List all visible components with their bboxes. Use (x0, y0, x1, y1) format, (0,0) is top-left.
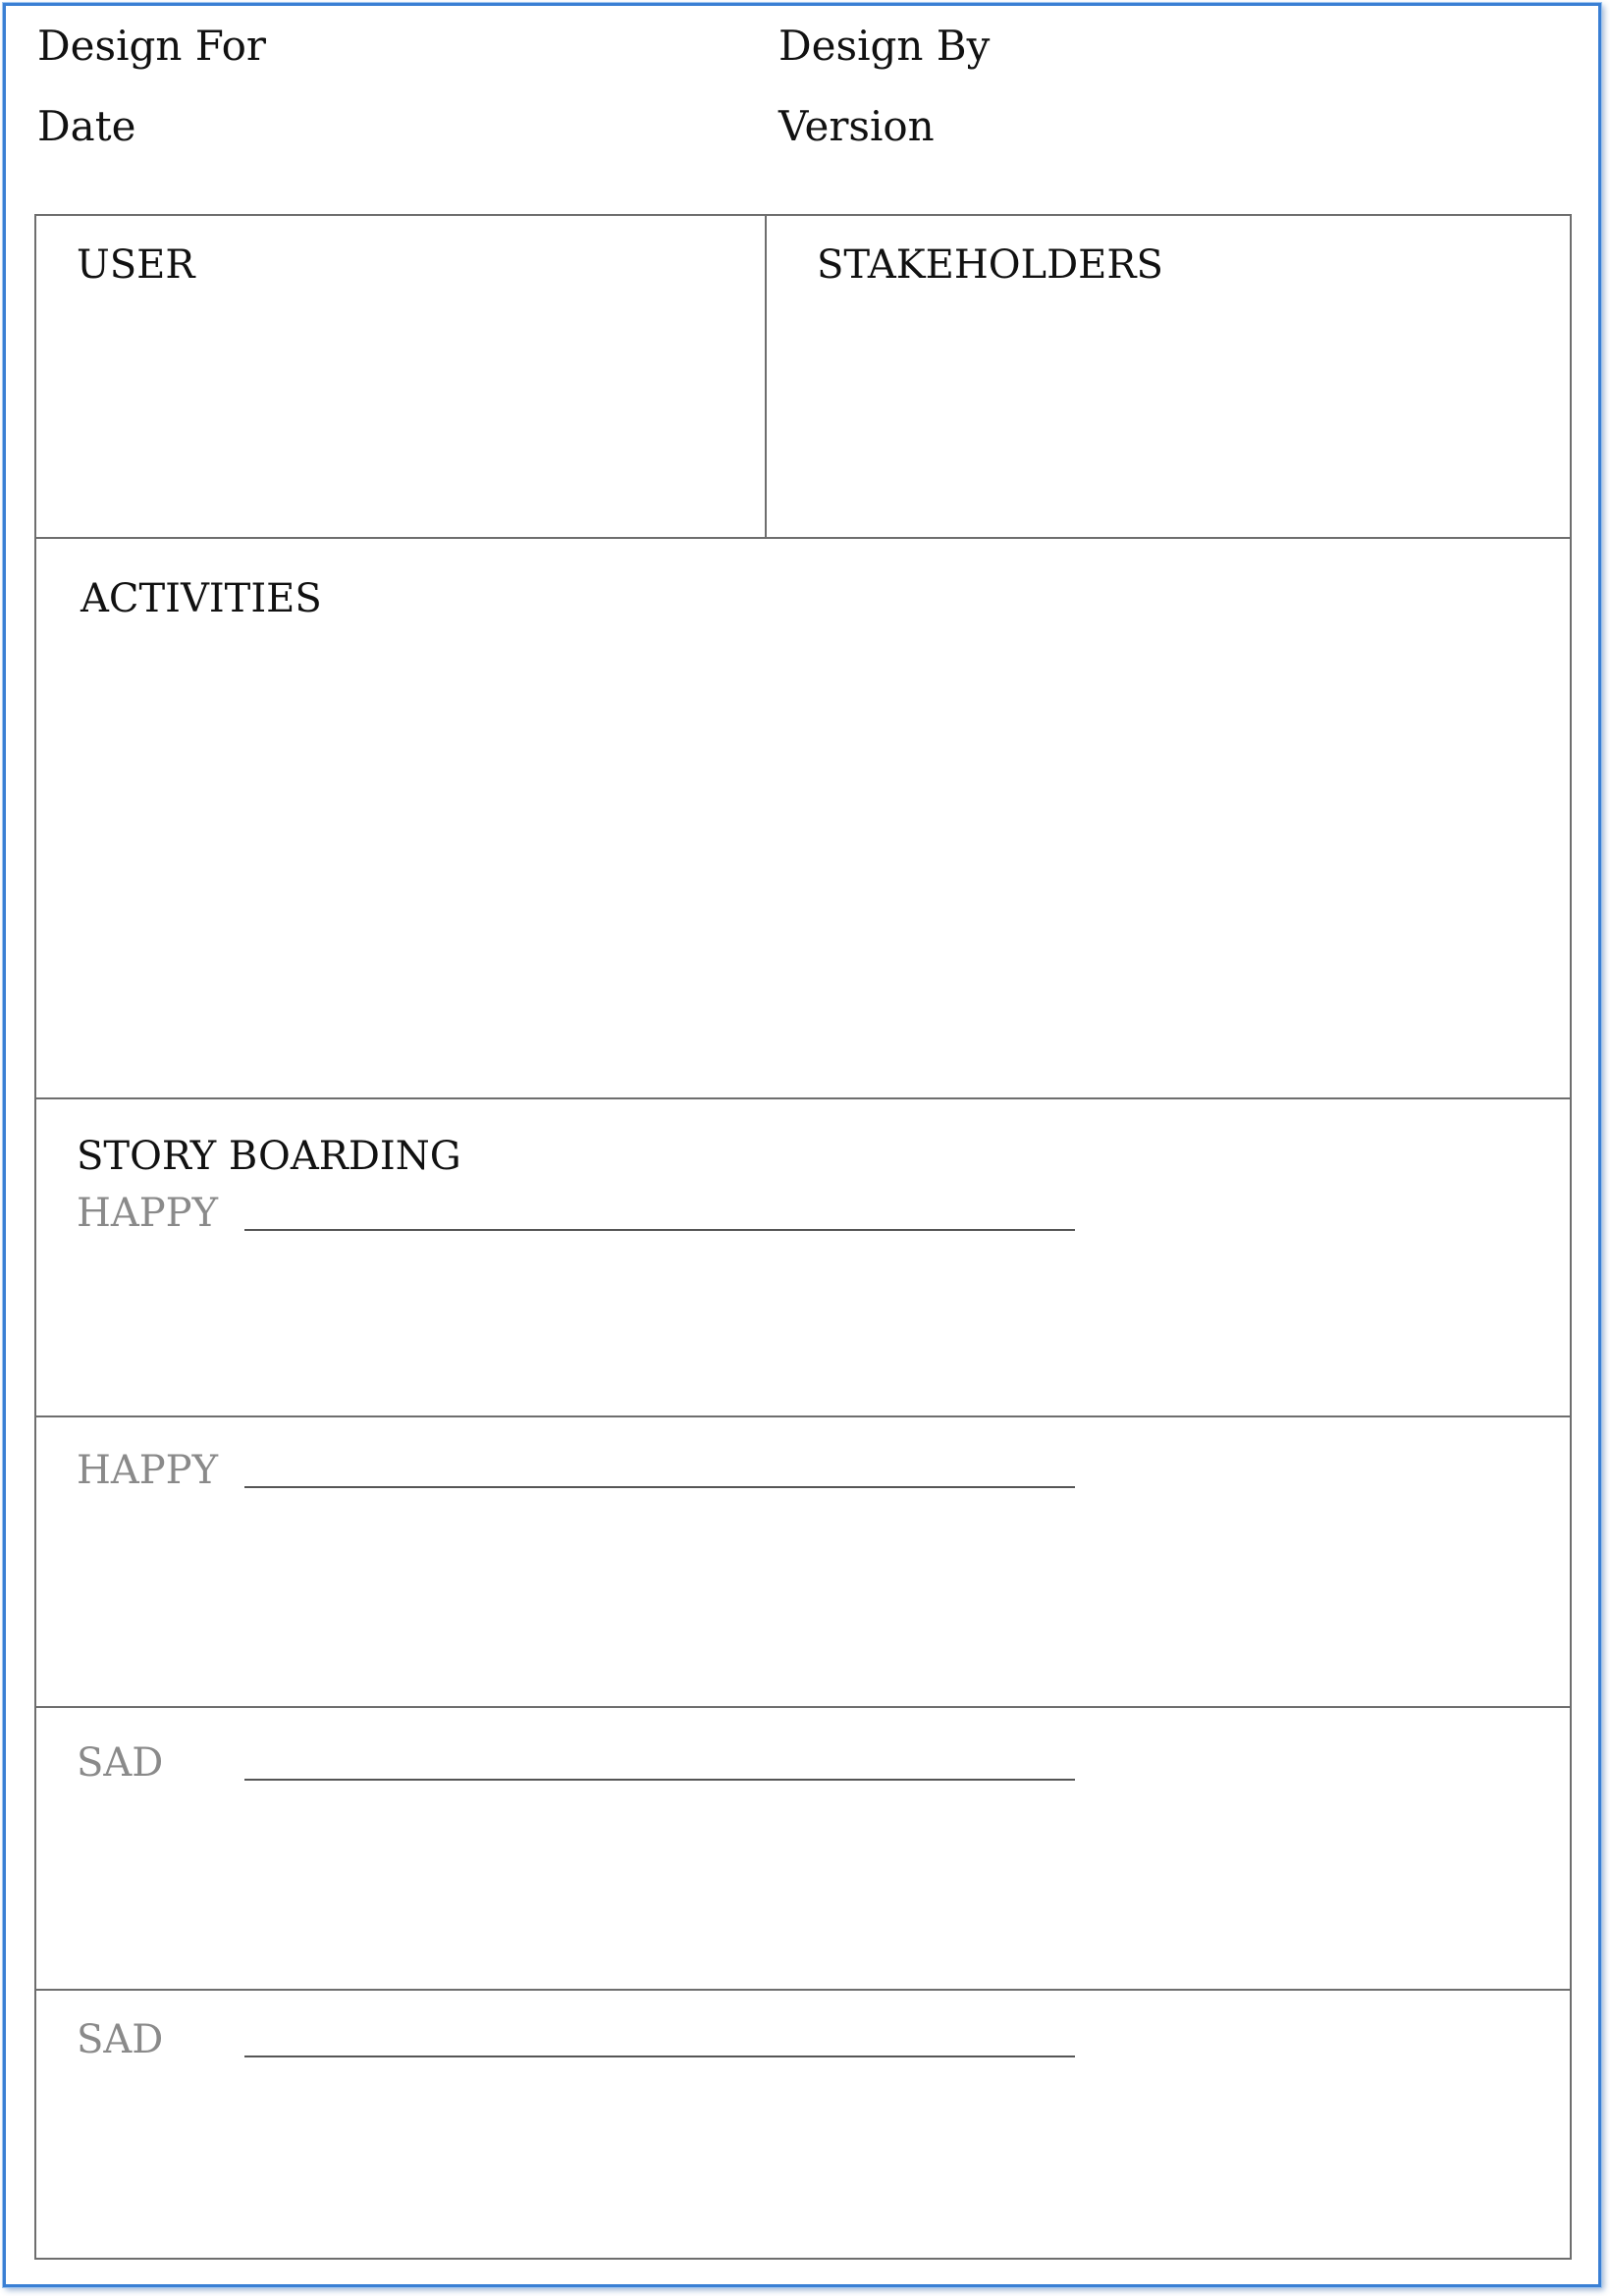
design-by-label: Design By (778, 22, 991, 70)
storyboard-row-3-line[interactable] (244, 1779, 1075, 1781)
version-label: Version (778, 102, 935, 150)
storyboard-row-1-label: HAPPY (77, 1191, 219, 1236)
activities-section-title: ACTIVITIES (80, 576, 322, 621)
design-for-label: Design For (37, 22, 267, 70)
storyboard-row-4-line[interactable] (244, 2056, 1075, 2057)
divider-after-storyboard-row-3 (36, 1989, 1570, 1991)
divider-after-storyboard-row-1 (36, 1415, 1570, 1417)
divider-after-activities (36, 1097, 1570, 1099)
story-boarding-section-title: STORY BOARDING (77, 1134, 461, 1179)
date-label: Date (37, 102, 136, 150)
user-section-title: USER (77, 242, 195, 288)
divider-after-storyboard-row-2 (36, 1706, 1570, 1708)
empathy-grid: USER STAKEHOLDERS ACTIVITIES STORY BOARD… (34, 214, 1572, 2260)
storyboard-row-3-label: SAD (77, 1740, 164, 1786)
storyboard-row-4-label: SAD (77, 2017, 164, 2062)
storyboard-row-1-line[interactable] (244, 1229, 1075, 1231)
storyboard-row-2-label: HAPPY (77, 1448, 219, 1493)
user-stakeholders-divider (765, 216, 767, 537)
divider-after-user-row (36, 537, 1570, 539)
storyboard-row-2-line[interactable] (244, 1486, 1075, 1488)
stakeholders-section-title: STAKEHOLDERS (817, 242, 1163, 288)
